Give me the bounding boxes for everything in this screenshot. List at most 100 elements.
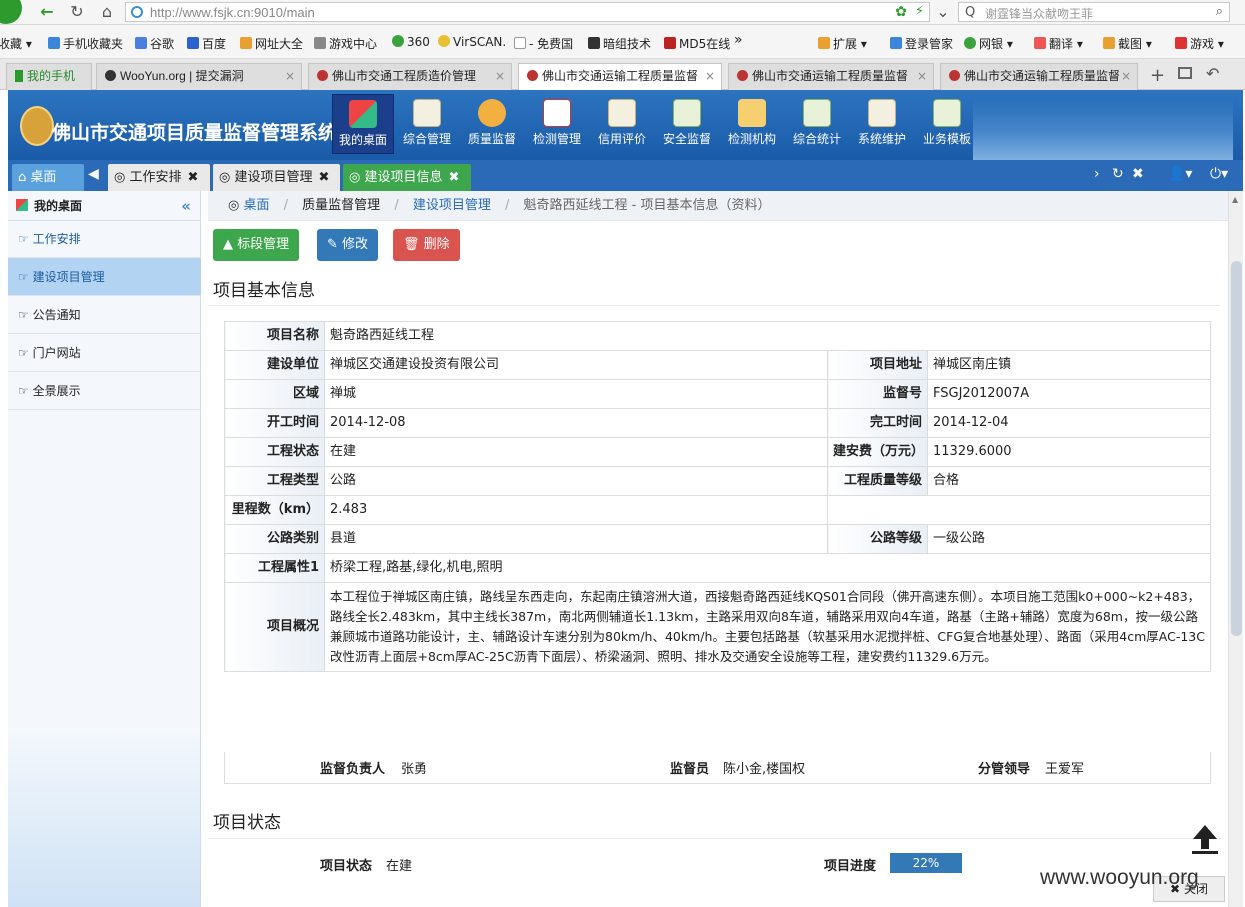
login-manager-button[interactable]: 登录管家 — [890, 35, 953, 52]
bookmark-virscan[interactable]: VirSCAN. — [438, 35, 506, 49]
bookmark-games[interactable]: 游戏中心 — [314, 35, 377, 52]
section-management-button[interactable]: ▲ 标段管理 — [213, 229, 300, 261]
value-project-status: 在建 — [386, 859, 413, 874]
close-tab-icon[interactable]: ✖ — [188, 170, 199, 185]
globe-icon — [131, 6, 143, 18]
more-bookmarks-icon[interactable]: » — [734, 32, 743, 48]
translate-button[interactable]: 翻译 ▾ — [1034, 35, 1083, 52]
menu-general[interactable]: 综合管理 — [396, 94, 458, 154]
power-icon[interactable]: ⏻▾ — [1210, 166, 1228, 182]
menu-testing[interactable]: 检测管理 — [526, 94, 588, 154]
scrollbar[interactable]: ▲ — [1228, 191, 1243, 907]
breadcrumb-level1[interactable]: 质量监督管理 — [302, 198, 380, 213]
scroll-up-icon[interactable]: ▲ — [1232, 195, 1238, 204]
menu-my-desktop[interactable]: 我的桌面 — [332, 94, 394, 154]
tab-work-schedule[interactable]: ◎ 工作安排 ✖ — [108, 164, 210, 191]
scroll-thumb[interactable] — [1231, 261, 1242, 636]
menu-statistics[interactable]: 综合统计 — [786, 94, 848, 154]
tabs-next-icon[interactable]: › — [1094, 166, 1100, 182]
menu-institution[interactable]: 检测机构 — [721, 94, 783, 154]
home-icon[interactable]: ⌂ — [96, 2, 118, 22]
lightning-icon[interactable]: ⚡ — [915, 4, 924, 19]
undo-icon[interactable]: ↶ — [1206, 64, 1219, 83]
menu-system[interactable]: 系统维护 — [851, 94, 913, 154]
menu-quality[interactable]: 质量监督 — [461, 94, 523, 154]
road-icon: ▲ — [223, 237, 233, 252]
pointer-icon: ☞ — [18, 384, 29, 398]
menu-templates[interactable]: 业务模板 — [916, 94, 978, 154]
search-input[interactable]: 谢霆锋当众献吻王菲 — [985, 5, 1093, 22]
bookmark-darkgroup[interactable]: 暗组技术 — [588, 35, 651, 52]
tab-home[interactable]: ⌂ 桌面 — [12, 164, 84, 191]
label-road-grade: 公路等级 — [827, 524, 928, 554]
bookmark-favorites[interactable]: 收藏 ▾ — [0, 35, 32, 52]
browser-logo-icon — [0, 0, 22, 24]
browser-tab-wooyun[interactable]: WooYun.org | 提交漏洞 × — [96, 63, 302, 90]
tab-list-icon[interactable] — [1178, 67, 1192, 79]
value-cost: 11329.6000 — [927, 437, 1211, 467]
menu-credit[interactable]: 信用评价 — [591, 94, 653, 154]
bookmark-baidu[interactable]: 百度 — [187, 35, 226, 52]
globe-icon: ◎ — [228, 198, 240, 213]
collapse-icon[interactable]: « — [181, 191, 191, 221]
close-tab-icon[interactable]: × — [705, 64, 715, 89]
bookmark-360[interactable]: 360 — [392, 35, 430, 49]
close-tab-icon[interactable]: ✖ — [449, 170, 460, 185]
breadcrumb-level2[interactable]: 建设项目管理 — [413, 198, 491, 213]
refresh-icon[interactable]: ↻ — [1112, 166, 1124, 182]
browser-tab-cost[interactable]: 佛山市交通工程质造价管理 × — [308, 63, 512, 90]
menu-safety[interactable]: 安全监督 — [656, 94, 718, 154]
back-icon[interactable]: ← — [36, 2, 58, 22]
label-address: 项目地址 — [827, 350, 928, 380]
new-tab-button[interactable]: + — [1150, 65, 1165, 86]
edit-button[interactable]: ✎ 修改 — [317, 229, 379, 261]
browser-address-row: ← ↻ ⌂ http://www.fsjk.cn:9010/main ✿ ⚡ ⌄… — [0, 0, 1245, 25]
label-project-name: 项目名称 — [224, 321, 325, 351]
tab-project-info[interactable]: ◎ 建设项目信息 ✖ — [343, 164, 471, 191]
bookmark-free[interactable]: - 免费国 — [514, 35, 573, 52]
sidebar-item-project-management[interactable]: ☞ 建设项目管理 — [8, 258, 201, 296]
browser-tab-quality-2[interactable]: 佛山市交通运输工程质量监督 × — [728, 63, 934, 90]
divider — [208, 838, 1220, 839]
close-tab-icon[interactable]: ✖ — [319, 170, 330, 185]
bookmark-md5[interactable]: MD5在线 — [664, 35, 730, 52]
browser-tab-mobile[interactable]: 我的手机 — [6, 63, 92, 90]
sidebar-item-work-schedule[interactable]: ☞ 工作安排 — [8, 220, 201, 258]
dropdown-icon[interactable]: ⌄ — [932, 2, 954, 22]
search-icon[interactable]: ⌕ — [1216, 4, 1223, 19]
section-title-basic-info: 项目基本信息 — [213, 281, 315, 301]
browser-tab-quality-3[interactable]: 佛山市交通运输工程质量监督 × — [940, 63, 1138, 90]
refresh-icon[interactable]: ✿ — [895, 4, 907, 20]
sidebar-item-panorama[interactable]: ☞ 全景展示 — [8, 372, 201, 410]
screenshot-button[interactable]: 截图 ▾ — [1103, 35, 1152, 52]
breadcrumb-current: 魁奇路西延线工程 - 项目基本信息（资料） — [523, 198, 771, 213]
bank-button[interactable]: 网银 ▾ — [964, 35, 1013, 52]
delete-button[interactable]: 🗑 删除 — [393, 229, 460, 261]
bookmark-hao[interactable]: 网址大全 — [240, 35, 303, 52]
address-bar[interactable]: http://www.fsjk.cn:9010/main ✿ ⚡ — [125, 2, 930, 22]
search-box[interactable]: Q 谢霆锋当众献吻王菲 ⌕ — [958, 2, 1230, 22]
app-title: 佛山市交通项目质量监督管理系统Ⅱ — [52, 122, 350, 144]
label-region: 区域 — [224, 379, 325, 409]
forward-icon[interactable]: ↻ — [66, 2, 88, 22]
progress-bar: 22% — [890, 853, 962, 873]
breadcrumb-home[interactable]: ◎ 桌面 — [228, 198, 270, 213]
browser-tab-active[interactable]: 佛山市交通运输工程质量监督 × — [518, 63, 722, 91]
sidebar-item-portal[interactable]: ☞ 门户网站 — [8, 334, 201, 372]
close-tab-icon[interactable]: × — [495, 64, 505, 89]
ext-button[interactable]: 扩展 ▾ — [818, 35, 867, 52]
tabs-prev-icon[interactable]: ◀ — [88, 166, 99, 182]
close-tab-icon[interactable]: × — [1121, 64, 1131, 89]
close-all-icon[interactable]: ✖ — [1132, 166, 1144, 182]
back-to-top-icon[interactable] — [1190, 823, 1220, 855]
value-inspector: 陈小金,楼国权 — [723, 762, 806, 777]
sidebar-item-notices[interactable]: ☞ 公告通知 — [8, 296, 201, 334]
label-attributes: 工程属性1 — [224, 553, 325, 583]
tab-project-management[interactable]: ◎ 建设项目管理 ✖ — [213, 164, 340, 191]
bookmark-mobile[interactable]: 手机收藏夹 — [48, 35, 123, 52]
user-icon[interactable]: 👤▾ — [1168, 166, 1192, 182]
close-tab-icon[interactable]: × — [917, 64, 927, 89]
bookmark-google[interactable]: 谷歌 — [135, 35, 174, 52]
close-tab-icon[interactable]: × — [285, 64, 295, 89]
games-button[interactable]: 游戏 ▾ — [1175, 35, 1224, 52]
